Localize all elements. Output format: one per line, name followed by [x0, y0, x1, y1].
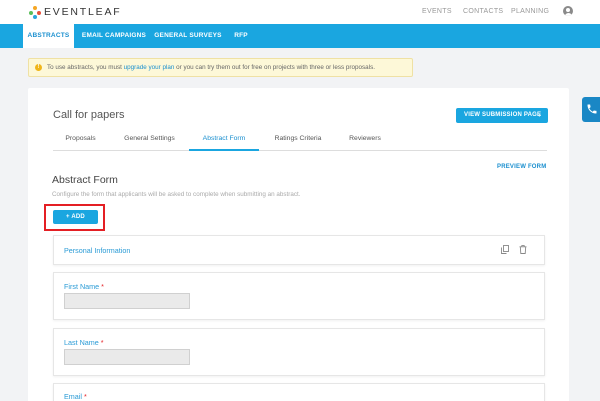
required-asterisk: *	[100, 338, 104, 347]
last-name-input[interactable]	[64, 349, 190, 365]
brand-name: EVENTLEAF	[44, 6, 122, 18]
view-submission-page-button[interactable]: VIEW SUBMISSION PAGE ›	[456, 108, 548, 123]
add-button[interactable]: + ADD	[53, 210, 98, 224]
phone-support-button[interactable]	[582, 97, 600, 122]
trash-icon[interactable]	[519, 245, 527, 254]
tab-rfp[interactable]: RFP	[228, 24, 254, 48]
section-title: Abstract Form	[52, 174, 118, 186]
nav-events[interactable]: EVENTS	[422, 8, 452, 15]
nav-planning[interactable]: PLANNING	[511, 8, 549, 15]
warning-icon: !	[35, 64, 42, 71]
notice-text-after: or you can try them out for free on proj…	[174, 64, 375, 71]
field-label-email: Email *	[64, 392, 87, 401]
page-title: Call for papers	[53, 109, 125, 121]
form-section-block[interactable]: Personal Information	[53, 235, 545, 265]
eventleaf-logo-icon[interactable]	[29, 6, 41, 19]
tab-email-campaigns[interactable]: EMAIL CAMPAIGNS	[79, 24, 149, 48]
chevron-right-icon: ›	[538, 112, 541, 119]
tab-reviewers[interactable]: Reviewers	[338, 131, 392, 150]
field-label-text: Last Name	[64, 338, 99, 347]
first-name-input[interactable]	[64, 293, 190, 309]
user-icon[interactable]	[563, 6, 573, 16]
copy-icon[interactable]	[501, 245, 509, 254]
phone-icon	[587, 104, 597, 114]
field-label-text: Email	[64, 392, 82, 401]
upgrade-notice: ! To use abstracts, you must upgrade you…	[28, 58, 413, 77]
field-label-first-name: First Name *	[64, 282, 104, 291]
sub-tab-bar: Proposals General Settings Abstract Form…	[53, 131, 547, 151]
top-header: EVENTLEAF EVENTS CONTACTS PLANNING	[0, 0, 600, 24]
tab-abstracts[interactable]: ABSTRACTS	[23, 24, 74, 48]
notice-text-before: To use abstracts, you must	[47, 64, 124, 71]
field-label-text: First Name	[64, 282, 100, 291]
view-submission-label: VIEW SUBMISSION PAGE	[464, 112, 542, 118]
preview-form-link[interactable]: PREVIEW FORM	[497, 164, 546, 170]
section-name: Personal Information	[64, 246, 131, 255]
form-field-email[interactable]: Email *	[53, 383, 545, 401]
tab-ratings-criteria[interactable]: Ratings Criteria	[263, 131, 333, 150]
required-asterisk: *	[83, 392, 87, 401]
required-asterisk: *	[101, 282, 104, 291]
upgrade-plan-link[interactable]: upgrade your plan	[124, 64, 175, 71]
abstracts-card: Call for papers VIEW SUBMISSION PAGE › P…	[28, 88, 569, 401]
field-label-last-name: Last Name *	[64, 338, 104, 347]
form-field-last-name[interactable]: Last Name *	[53, 328, 545, 376]
nav-contacts[interactable]: CONTACTS	[463, 8, 503, 15]
module-tab-bar: ABSTRACTS EMAIL CAMPAIGNS GENERAL SURVEY…	[0, 24, 600, 48]
form-field-first-name[interactable]: First Name *	[53, 272, 545, 320]
tab-general-surveys[interactable]: GENERAL SURVEYS	[154, 24, 222, 48]
tab-abstract-form[interactable]: Abstract Form	[189, 131, 259, 151]
tab-general-settings[interactable]: General Settings	[113, 131, 186, 150]
section-description: Configure the form that applicants will …	[52, 191, 301, 198]
tab-proposals[interactable]: Proposals	[53, 131, 108, 150]
